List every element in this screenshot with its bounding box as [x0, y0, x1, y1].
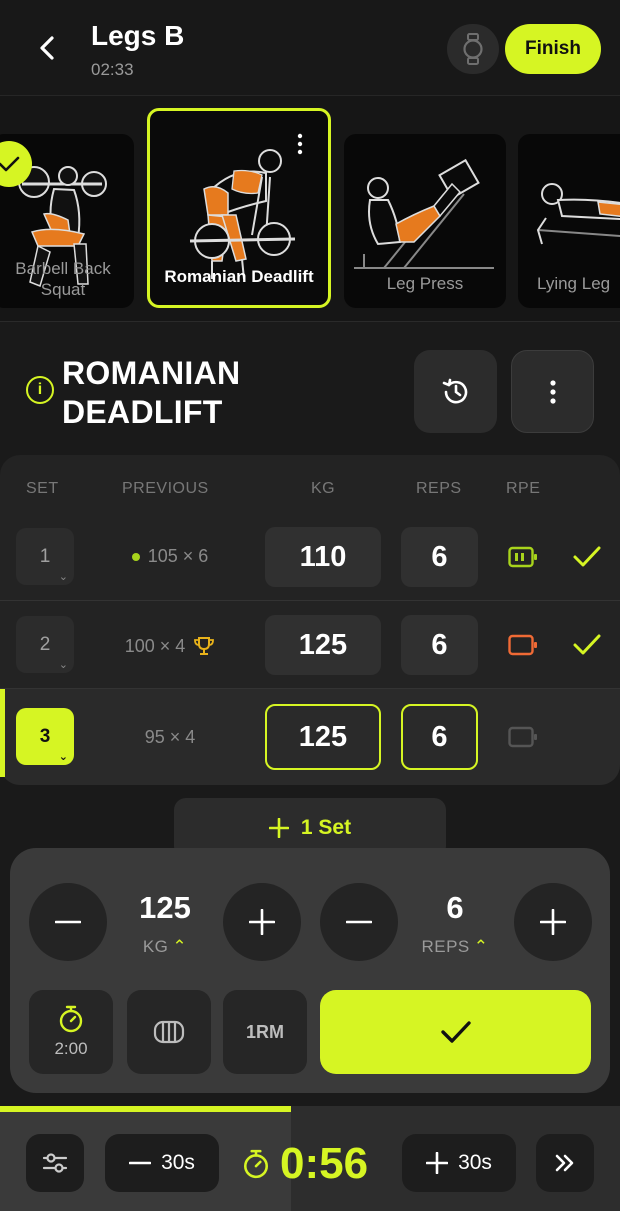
- kg-value: 125: [139, 890, 191, 925]
- exercise-card-label: Lying Leg: [537, 274, 611, 293]
- kg-input[interactable]: 125: [265, 615, 381, 675]
- stopwatch-icon: [244, 1149, 268, 1179]
- rpe-battery-icon[interactable]: [508, 546, 538, 568]
- set-row: 1 ⌄ 105 × 6 110 6: [0, 513, 620, 601]
- check-icon: [0, 156, 20, 172]
- sets-table: SET PREVIOUS KG REPS RPE 1 ⌄ 105 × 6 110 …: [0, 455, 620, 785]
- kg-increment-button[interactable]: [223, 883, 301, 961]
- rest-progress-bar: [0, 1106, 291, 1112]
- skip-rest-button[interactable]: [536, 1134, 594, 1192]
- rpe-battery-icon[interactable]: [508, 634, 538, 656]
- more-vertical-icon: [549, 379, 556, 404]
- rest-countdown: 0:56: [242, 1136, 368, 1192]
- rest-timer-button[interactable]: 2:00: [29, 990, 113, 1074]
- reps-input[interactable]: 6: [401, 704, 478, 770]
- kg-input[interactable]: 125: [265, 704, 381, 770]
- double-chevron-right-icon: [555, 1154, 574, 1172]
- watch-icon: [463, 33, 483, 65]
- exercise-card-squat[interactable]: Barbell Back Squat: [0, 134, 134, 308]
- rest-plus-30-button[interactable]: 30s: [402, 1134, 516, 1192]
- kg-unit-toggle[interactable]: KG ⌃: [115, 937, 215, 957]
- reps-value: 6: [446, 890, 464, 925]
- stopwatch-icon: [59, 1005, 83, 1033]
- plus-icon: [249, 909, 275, 935]
- elapsed-time: 02:33: [91, 60, 134, 79]
- history-icon: [442, 378, 467, 403]
- set-complete-check-icon[interactable]: [572, 542, 602, 572]
- reps-unit-toggle[interactable]: REPS ⌃: [405, 937, 505, 957]
- workout-title: Legs B: [91, 20, 185, 51]
- minus-icon: [346, 920, 372, 924]
- rest-settings-button[interactable]: [26, 1134, 84, 1192]
- plus-icon: [540, 909, 566, 935]
- reps-input[interactable]: 6: [401, 615, 478, 675]
- exercise-title: ROMANIAN DEADLIFT: [62, 355, 241, 430]
- kg-input[interactable]: 110: [265, 527, 381, 587]
- exercise-menu-button[interactable]: [511, 350, 594, 433]
- reps-input[interactable]: 6: [401, 527, 478, 587]
- back-button[interactable]: [30, 30, 66, 66]
- rpe-battery-icon[interactable]: [508, 726, 538, 748]
- rest-timer-bar: 30s 0:56 30s: [0, 1106, 620, 1211]
- set-complete-check-icon[interactable]: [572, 630, 602, 660]
- exercise-card-romanian-deadlift[interactable]: Romanian Deadlift: [147, 108, 331, 308]
- previous-dot-icon: [131, 552, 140, 561]
- previous-value: 100 × 4: [105, 635, 235, 657]
- input-panel: 125 KG ⌃ 6 REPS ⌃ 2:00 1RM: [10, 848, 610, 1093]
- confirm-set-button[interactable]: [320, 990, 591, 1074]
- trophy-icon: [194, 637, 215, 655]
- watch-button[interactable]: [447, 24, 499, 74]
- history-button[interactable]: [414, 350, 497, 433]
- exercise-card-label: Leg Press: [386, 274, 464, 293]
- plus-icon: [268, 818, 289, 838]
- set-number-button[interactable]: 2 ⌄: [16, 616, 74, 673]
- previous-value: 105 × 6: [105, 546, 235, 567]
- plate-calculator-button[interactable]: [127, 990, 211, 1074]
- kg-decrement-button[interactable]: [29, 883, 107, 961]
- reps-increment-button[interactable]: [514, 883, 592, 961]
- column-header-set: SET: [26, 480, 59, 497]
- plates-icon: [153, 1020, 185, 1044]
- set-number-button[interactable]: 3 ⌄: [16, 708, 74, 765]
- exercise-card-leg-press[interactable]: Leg Press: [344, 134, 506, 308]
- column-header-reps: REPS: [416, 480, 462, 497]
- reps-decrement-button[interactable]: [320, 883, 398, 961]
- header: Legs B 02:33 Finish: [0, 0, 620, 96]
- exercise-carousel[interactable]: Barbell Back Squat Romanian Deadlift Leg…: [0, 96, 620, 322]
- info-icon[interactable]: i: [26, 376, 54, 404]
- chevron-up-icon: ⌃: [172, 937, 188, 956]
- set-number-button[interactable]: 1 ⌄: [16, 528, 74, 585]
- exercise-card-label: Barbell Back Squat: [15, 259, 111, 299]
- plus-icon: [426, 1152, 449, 1174]
- set-row-current: 3 ⌄ 95 × 4 125 6: [0, 689, 620, 785]
- minus-icon: [129, 1161, 152, 1165]
- exercise-card-label: Romanian Deadlift: [164, 267, 314, 286]
- sliders-icon: [42, 1153, 68, 1173]
- column-header-kg: KG: [311, 480, 336, 497]
- set-row: 2 ⌄ 100 × 4 125 6: [0, 601, 620, 689]
- finish-button[interactable]: Finish: [505, 24, 601, 74]
- card-menu-icon[interactable]: [296, 133, 304, 155]
- check-icon: [440, 1021, 471, 1043]
- chevron-up-icon: ⌃: [473, 937, 489, 956]
- column-header-rpe: RPE: [506, 480, 541, 497]
- one-rm-button[interactable]: 1RM: [223, 990, 307, 1074]
- minus-icon: [55, 920, 81, 924]
- exercise-card-lying-leg[interactable]: Lying Leg: [518, 134, 620, 308]
- current-set-indicator: [0, 689, 5, 777]
- rest-minus-30-button[interactable]: 30s: [105, 1134, 219, 1192]
- workout-screen: Legs B 02:33 Finish Barbell Back Squat R…: [0, 0, 620, 1211]
- rest-timer-label: 2:00: [54, 1039, 88, 1058]
- previous-value: 95 × 4: [144, 727, 196, 747]
- chevron-left-icon: [40, 36, 54, 60]
- column-header-previous: PREVIOUS: [122, 480, 209, 497]
